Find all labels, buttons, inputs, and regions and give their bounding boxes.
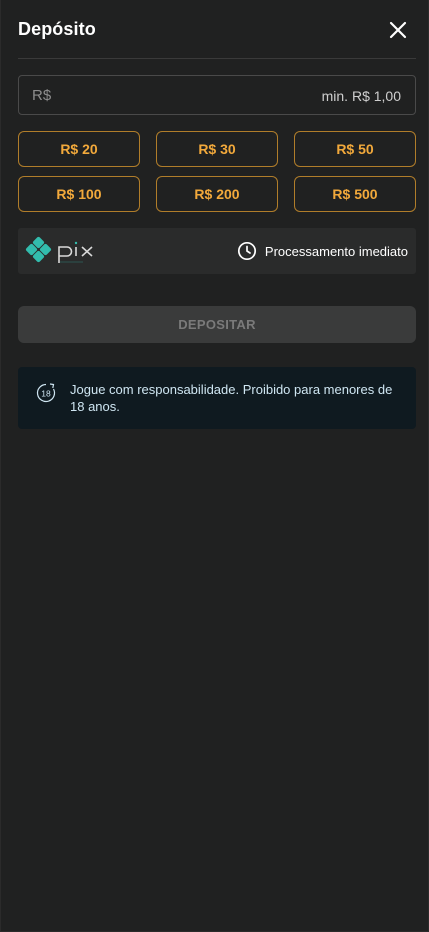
- responsible-gaming-notice: 18 Jogue com responsabilidade. Proibido …: [18, 367, 416, 429]
- processing-info: Processamento imediato: [237, 241, 408, 261]
- preset-30-button[interactable]: R$ 30: [156, 131, 278, 167]
- pix-logo: [25, 236, 93, 263]
- amount-input[interactable]: [19, 76, 415, 114]
- preset-500-button[interactable]: R$ 500: [294, 176, 416, 212]
- age-badge-text: 18: [41, 389, 51, 399]
- preset-100-button[interactable]: R$ 100: [18, 176, 140, 212]
- header-divider: [18, 58, 416, 59]
- payment-method-bar[interactable]: Processamento imediato: [18, 228, 416, 274]
- deposit-panel: Depósito min. R$ 1,00 R$ 20 R$ 30 R$ 50 …: [0, 0, 429, 932]
- page-title: Depósito: [18, 19, 96, 39]
- notice-text: Jogue com responsabilidade. Proibido par…: [70, 382, 393, 414]
- close-button[interactable]: [388, 20, 408, 40]
- preset-200-button[interactable]: R$ 200: [156, 176, 278, 212]
- processing-label: Processamento imediato: [264, 243, 408, 259]
- preset-50-button[interactable]: R$ 50: [294, 131, 416, 167]
- age-restriction-icon: 18: [36, 383, 56, 403]
- close-icon: [389, 21, 407, 39]
- deposit-button[interactable]: DEPOSITAR: [18, 306, 416, 343]
- header: Depósito: [1, 0, 429, 58]
- clock-icon: [237, 241, 256, 261]
- amount-field[interactable]: min. R$ 1,00: [18, 75, 416, 115]
- preset-20-button[interactable]: R$ 20: [18, 131, 140, 167]
